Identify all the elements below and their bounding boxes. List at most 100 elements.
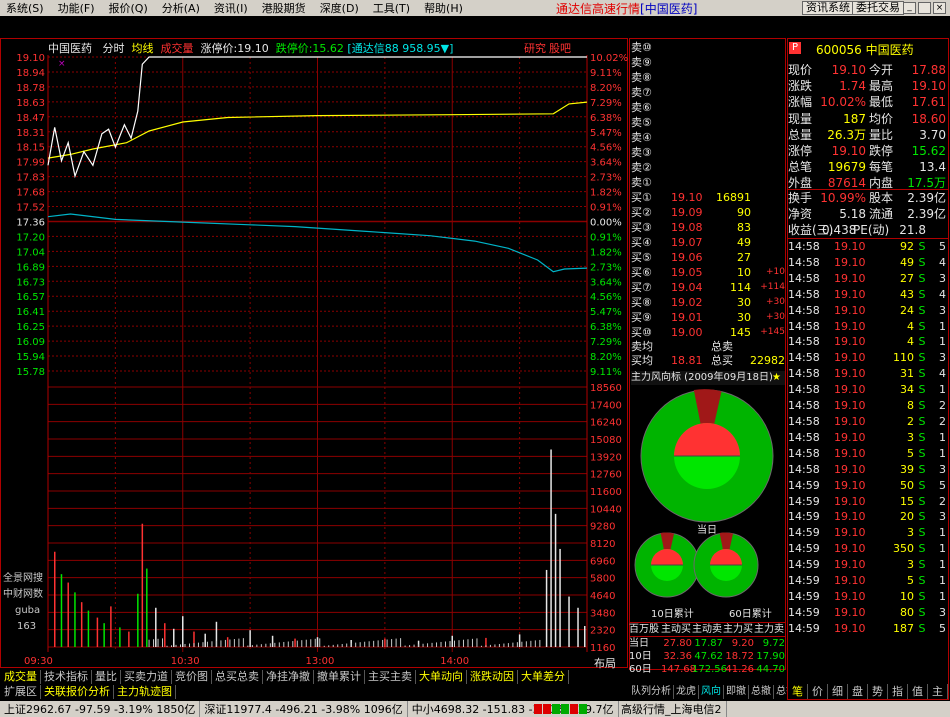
sell-level[interactable]: 卖⑦ — [631, 85, 652, 100]
buy-level[interactable]: 买① 19.10 16891 — [631, 190, 785, 205]
avg-row: 买均 18.81 总买 22982 — [631, 354, 785, 367]
buy-level[interactable]: 买⑤ 19.06 27 — [631, 250, 785, 265]
indicator-tab[interactable]: 大单动向 — [416, 670, 467, 684]
sell-level[interactable]: 卖① — [631, 175, 652, 190]
flow-table-row: 60日 147.68 172.56 41.26 44.70 — [629, 664, 785, 675]
quote-tab[interactable]: 主 — [928, 684, 948, 699]
sell-level[interactable]: 卖⑥ — [631, 100, 652, 115]
tick-row: 14:58 19.10 2 S 2 — [788, 414, 946, 428]
quote-tab[interactable]: 盘 — [848, 684, 868, 699]
layout-button[interactable]: 布局 — [594, 655, 616, 671]
extension-tab[interactable]: 主力轨迹图 — [114, 685, 176, 699]
indicator-tab[interactable]: 涨跌动因 — [467, 670, 518, 684]
indicator-tab[interactable]: 技术指标 — [41, 670, 92, 684]
menu-depth[interactable]: 深度(D) — [314, 0, 367, 16]
pct-tick-label: 8.20% — [590, 352, 622, 363]
pie-label-today: 当日 — [697, 525, 717, 536]
sell-level[interactable]: 卖⑧ — [631, 70, 652, 85]
order-tab[interactable]: 即撤 — [724, 685, 749, 699]
extension-tab[interactable]: 扩展区 — [1, 685, 41, 699]
buy-price: 19.07 — [671, 236, 703, 249]
tick-row: 14:59 19.10 50 S 5 — [788, 478, 946, 492]
time-label: 09:30 — [24, 656, 53, 667]
price-tick-label: 17.36 — [16, 217, 45, 228]
indicator-tab[interactable]: 撤单累计 — [314, 670, 365, 684]
buy-price: 19.04 — [671, 281, 703, 294]
buy-level[interactable]: 买④ 19.07 49 — [631, 235, 785, 250]
side-label[interactable]: 中财网数 — [3, 587, 43, 603]
menu-help[interactable]: 帮助(H) — [418, 0, 471, 16]
quote-tab[interactable]: 指 — [888, 684, 908, 699]
close-icon[interactable]: × — [933, 2, 946, 14]
pct-tick-label: 9.11% — [590, 367, 622, 378]
tick-row: 14:59 19.10 350 S 1 — [788, 542, 946, 556]
sell-level[interactable]: 卖② — [631, 160, 652, 175]
quote-tab[interactable]: 值 — [908, 684, 928, 699]
tick-row: 14:58 19.10 27 S 3 — [788, 271, 946, 285]
menu-tools[interactable]: 工具(T) — [367, 0, 418, 16]
indicator-tab[interactable]: 净挂净撤 — [263, 670, 314, 684]
price-tick-label: 18.94 — [16, 68, 45, 79]
star-icon[interactable]: ★ — [772, 372, 781, 383]
tick-row: 14:58 19.10 5 S 1 — [788, 446, 946, 460]
tick-row: 14:58 19.10 3 S 1 — [788, 430, 946, 444]
sell-level[interactable]: 卖③ — [631, 145, 652, 160]
side-label[interactable]: 163 — [3, 619, 43, 635]
indicator-tab[interactable]: 大单差分 — [518, 670, 569, 684]
indicator-tab[interactable]: 总买总卖 — [212, 670, 263, 684]
trade-button[interactable]: 委托交易 — [852, 1, 904, 15]
info-system-button[interactable]: 资讯系统 — [802, 1, 854, 15]
app-title: 通达信高速行情[中国医药] — [556, 1, 698, 16]
sell-level[interactable]: 卖⑤ — [631, 115, 652, 130]
status-sz: 深证11977.4 -496.21 -3.98% 1096亿 — [200, 701, 408, 717]
menu-hk-futures[interactable]: 港股期货 — [256, 0, 314, 16]
indicator-tab[interactable]: 量比 — [92, 670, 121, 684]
order-tab[interactable]: 风向 — [699, 685, 724, 699]
sell-level[interactable]: 卖⑨ — [631, 55, 652, 70]
flow-table-row: 10日 32.36 47.62 18.72 17.90 — [629, 651, 785, 662]
order-tab[interactable]: 队列分析 — [629, 685, 674, 699]
pct-tick-label: 3.64% — [590, 158, 622, 169]
menu-quote[interactable]: 报价(Q) — [103, 0, 156, 16]
menu-info[interactable]: 资讯(I) — [208, 0, 256, 16]
order-tab[interactable]: 总撤 — [749, 685, 774, 699]
sell-level[interactable]: 卖⑩ — [631, 40, 652, 55]
buy-change — [751, 205, 785, 220]
volume-tick-label: 3480 — [590, 608, 615, 619]
menu-analysis[interactable]: 分析(A) — [156, 0, 208, 16]
indicator-tab[interactable]: 成交量 — [1, 670, 41, 684]
maximize-icon[interactable] — [918, 2, 931, 14]
buy-level[interactable]: 买⑧ 19.02 30 +30 — [631, 295, 785, 310]
minimize-icon[interactable]: _ — [903, 2, 916, 14]
quote-row: 换手 10.99% 股本 2.39亿 — [788, 191, 946, 205]
quote-tab[interactable]: 笔 — [788, 684, 808, 699]
buy-price: 19.10 — [671, 191, 703, 204]
menu-function[interactable]: 功能(F) — [52, 0, 103, 16]
volume-tick-label: 5800 — [590, 574, 615, 585]
sell-level[interactable]: 卖④ — [631, 130, 652, 145]
volume-tick-label: 6960 — [590, 556, 615, 567]
indicator-tab[interactable]: 竞价图 — [172, 670, 212, 684]
quote-tab[interactable]: 细 — [828, 684, 848, 699]
order-tab[interactable]: 龙虎 — [674, 685, 699, 699]
buy-level[interactable]: 买⑦ 19.04 114 +114 — [631, 280, 785, 295]
buy-level[interactable]: 买③ 19.08 83 — [631, 220, 785, 235]
buy-level[interactable]: 买⑥ 19.05 10 +10 — [631, 265, 785, 280]
indicator-tab[interactable]: 主买主卖 — [365, 670, 416, 684]
buy-level[interactable]: 买⑨ 19.01 30 +30 — [631, 310, 785, 325]
tick-row: 14:59 19.10 3 S 1 — [788, 526, 946, 540]
sell-list: 卖⑩ 卖⑨ 卖⑧ 卖⑦ 卖⑥ 卖⑤ 卖④ 卖③ 卖② 卖① — [631, 40, 652, 190]
side-label[interactable]: guba — [3, 603, 43, 619]
side-label[interactable]: 全景网搜 — [3, 571, 43, 587]
buy-change: +10 — [766, 267, 785, 277]
quote-row: 收益(三) 0.438 PE(动) 21.8 — [788, 223, 926, 238]
buy-level[interactable]: 买⑩ 19.00 145 +145 — [631, 325, 785, 340]
buy-level[interactable]: 买② 19.09 90 — [631, 205, 785, 220]
extension-tab[interactable]: 关联报价分析 — [41, 685, 114, 699]
price-tick-label: 17.68 — [16, 188, 45, 199]
quote-tab[interactable]: 价 — [808, 684, 828, 699]
quote-tab[interactable]: 势 — [868, 684, 888, 699]
indicator-tab[interactable]: 买卖力道 — [121, 670, 172, 684]
volume-tick-label: 2320 — [590, 626, 615, 637]
menu-system[interactable]: 系统(S) — [0, 0, 52, 16]
